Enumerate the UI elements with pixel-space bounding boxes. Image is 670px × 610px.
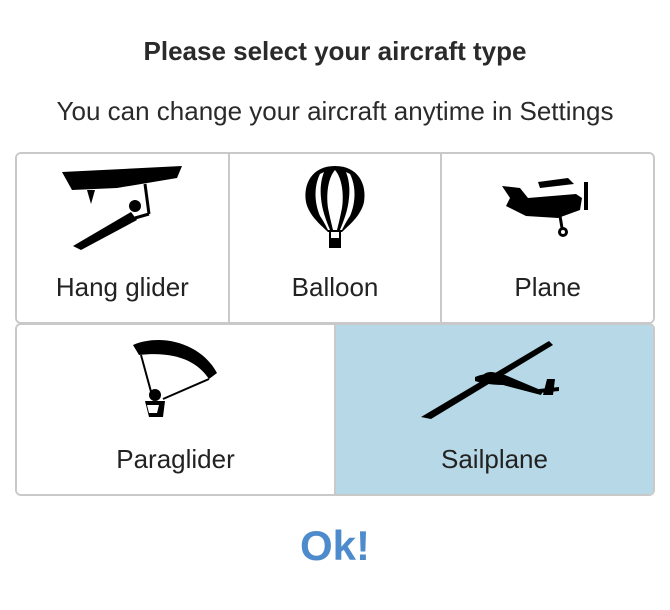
plane-icon [501, 178, 588, 237]
dialog-title: Please select your aircraft type [143, 36, 527, 66]
aircraft-option-label: Balloon [291, 272, 379, 302]
aircraft-row-1: Hang glider Balloon Plane [15, 152, 655, 324]
aircraft-option-label: Paraglider [116, 444, 235, 474]
aircraft-option-balloon[interactable]: Balloon [229, 154, 443, 322]
ok-button[interactable]: Ok! [0, 522, 670, 570]
aircraft-option-label: Sailplane [441, 444, 548, 474]
aircraft-option-hang-glider[interactable]: Hang glider [17, 154, 230, 322]
aircraft-option-label: Hang glider [55, 272, 189, 302]
hang-glider-icon [62, 166, 183, 250]
aircraft-option-label: Plane [514, 272, 581, 302]
aircraft-option-sailplane[interactable]: Sailplane [336, 325, 653, 494]
balloon-icon [305, 166, 365, 248]
dialog-subtitle: You can change your aircraft anytime in … [56, 96, 614, 126]
paraglider-icon [132, 340, 217, 417]
aircraft-option-plane[interactable]: Plane [442, 154, 653, 322]
sailplane-icon [420, 341, 559, 419]
aircraft-row-2: Paraglider Sailplane [15, 323, 655, 496]
aircraft-option-paraglider[interactable]: Paraglider [17, 325, 336, 494]
